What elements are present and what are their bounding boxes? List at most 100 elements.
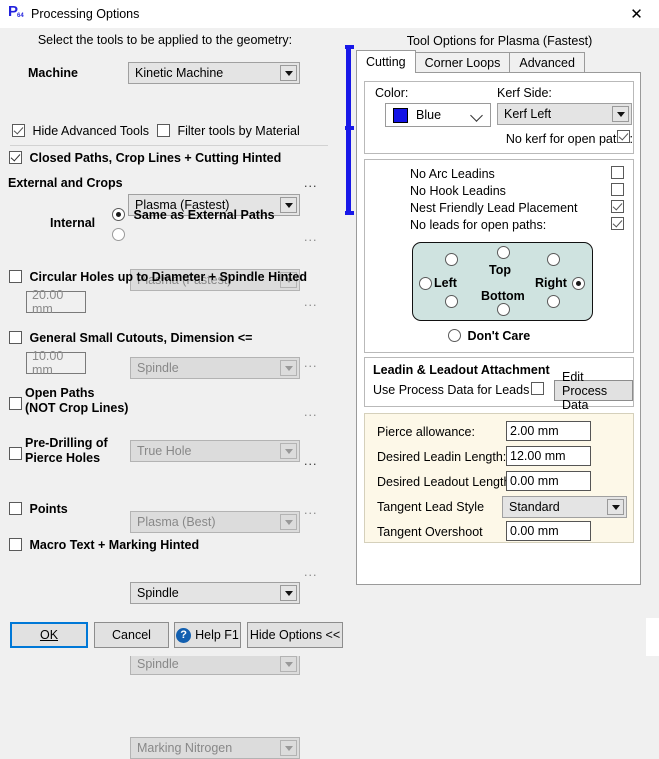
filter-tools-by-material-checkbox[interactable]: Filter tools by Material [157,124,300,138]
checkbox-box [611,183,624,196]
macro-text-checkbox[interactable]: Macro Text + Marking Hinted [9,538,199,552]
chevron-down-icon [280,65,297,81]
placement-bottom-right-radio[interactable] [547,295,560,309]
pre-drilling-tool-dropdown[interactable]: Spindle [130,582,300,604]
no-hook-leadins-label: No Hook Leadins [410,184,506,198]
nest-friendly-lead-placement-checkbox[interactable] [611,200,624,214]
circular-holes-tool-value: Spindle [137,361,179,375]
ok-button[interactable]: OK [10,622,88,648]
no-kerf-open-paths-checkbox[interactable] [617,130,630,144]
hide-advanced-tools-checkbox[interactable]: Hide Advanced Tools [12,124,149,138]
tab-cutting[interactable]: Cutting [356,50,416,73]
ok-button-label: OK [39,628,59,642]
internal-other-tool-radio[interactable] [112,228,125,242]
desired-leadout-length-input[interactable]: 0.00 mm [506,471,591,491]
general-small-cutouts-dimension-input[interactable]: 10.00 mm [26,349,86,377]
placement-top-label: Top [489,263,511,277]
pre-drilling-label-line1: Pre-Drilling of [25,436,108,450]
kerf-side-label: Kerf Side: [497,86,552,100]
placement-left-radio[interactable] [419,277,432,291]
open-paths-more-button[interactable]: ... [304,405,317,419]
circular-holes-more-button[interactable]: ... [304,295,317,309]
closed-paths-label: Closed Paths, Crop Lines + Cutting Hinte… [29,151,282,165]
checkbox-box [9,151,22,164]
checkbox-box [611,166,624,179]
machine-label: Machine [28,66,79,80]
no-arc-leadins-label: No Arc Leadins [410,167,495,181]
no-kerf-open-paths-label: No kerf for open paths: [505,132,633,146]
dont-care-radio[interactable]: Don't Care [448,329,530,343]
use-process-data-label: Use Process Data for Leads [373,383,530,397]
placement-right-radio[interactable] [572,277,585,291]
points-checkbox[interactable]: Points [9,502,68,516]
desired-leadin-length-label: Desired Leadin Length: [377,450,507,464]
closed-paths-checkbox[interactable]: Closed Paths, Crop Lines + Cutting Hinte… [9,151,281,165]
checkbox-box [9,502,22,515]
tangent-overshoot-input[interactable]: 0.00 mm [506,521,591,541]
general-small-cutouts-more-button[interactable]: ... [304,356,317,370]
placement-bottom-radio[interactable] [497,303,510,317]
dont-care-label: Don't Care [467,329,531,343]
internal-tool-more-button[interactable]: ... [304,230,317,244]
no-arc-leadins-checkbox[interactable] [611,166,624,180]
placement-top-radio[interactable] [497,246,510,260]
open-paths-label-line2: (NOT Crop Lines) [25,401,129,415]
machine-dropdown-value: Kinetic Machine [135,66,224,80]
placement-top-left-radio[interactable] [445,253,458,267]
color-value: Blue [416,108,442,122]
circular-holes-diameter-input[interactable]: 20.00 mm [26,288,86,316]
checkbox-box [9,447,22,460]
circular-holes-checkbox[interactable]: Circular Holes up to Diameter + Spindle … [9,270,307,284]
placement-left-label: Left [434,276,457,290]
circular-holes-tool-dropdown[interactable]: Spindle [130,357,300,379]
external-and-crops-more-button[interactable]: ... [304,176,317,190]
dialog-button-bar: OK Cancel ? Help F1 Hide Options << [0,618,659,656]
placement-top-right-radio[interactable] [547,253,560,267]
tab-panel-cutting: Color: Blue Kerf Side: Kerf Left No kerf… [356,72,641,585]
points-label: Points [29,502,68,516]
general-small-cutouts-tool-value: True Hole [137,444,192,458]
tab-advanced[interactable]: Advanced [509,52,585,73]
pierce-allowance-input[interactable]: 2.00 mm [506,421,591,441]
points-tool-dropdown[interactable]: Spindle [130,653,300,675]
macro-text-label: Macro Text + Marking Hinted [29,538,200,552]
open-paths-label-block: Open Paths (NOT Crop Lines) [25,386,128,416]
hide-options-button[interactable]: Hide Options << [247,622,343,648]
general-small-cutouts-tool-dropdown[interactable]: True Hole [130,440,300,462]
no-leads-open-paths-checkbox[interactable] [611,217,624,231]
pre-drilling-checkbox[interactable] [9,447,22,461]
cancel-button[interactable]: Cancel [94,622,169,648]
tangent-lead-style-dropdown[interactable]: Standard [502,496,627,518]
checkbox-box [12,124,25,137]
tab-corner-loops[interactable]: Corner Loops [414,52,511,73]
close-icon[interactable]: ✕ [614,0,659,28]
color-dropdown[interactable]: Blue [385,103,491,127]
dialog-right-edge [646,618,659,656]
general-small-cutouts-checkbox[interactable]: General Small Cutouts, Dimension <= [9,331,252,345]
open-paths-checkbox[interactable] [9,397,22,411]
chevron-down-icon [280,514,297,530]
lead-placement-grid: Top Left Right Bottom [412,242,593,321]
use-process-data-checkbox[interactable] [531,382,544,396]
no-leads-open-paths-label: No leads for open paths: [410,218,547,232]
macro-text-more-button[interactable]: ... [304,565,317,579]
edit-process-data-button[interactable]: Edit Process Data [554,370,633,412]
macro-text-tool-dropdown[interactable]: Marking Nitrogen [130,737,300,759]
lead-parameters-group: Pierce allowance: 2.00 mm Desired Leadin… [364,413,634,543]
points-more-button[interactable]: ... [304,503,317,517]
desired-leadin-length-input[interactable]: 12.00 mm [506,446,591,466]
open-paths-tool-dropdown[interactable]: Plasma (Best) [130,511,300,533]
placement-bottom-left-radio[interactable] [445,295,458,309]
no-hook-leadins-checkbox[interactable] [611,183,624,197]
help-button[interactable]: ? Help F1 [174,622,241,648]
kerf-side-value: Kerf Left [504,107,552,121]
internal-same-as-external-radio[interactable]: Same as External Paths [112,208,275,222]
radio-dot [497,303,510,316]
checkbox-box [617,130,630,143]
tangent-lead-style-value: Standard [509,500,560,514]
macro-text-tool-value: Marking Nitrogen [137,741,233,755]
highlight-bracket [345,45,354,215]
pre-drilling-more-button[interactable]: ... [304,454,317,468]
machine-dropdown[interactable]: Kinetic Machine [128,62,300,84]
kerf-side-dropdown[interactable]: Kerf Left [497,103,632,125]
